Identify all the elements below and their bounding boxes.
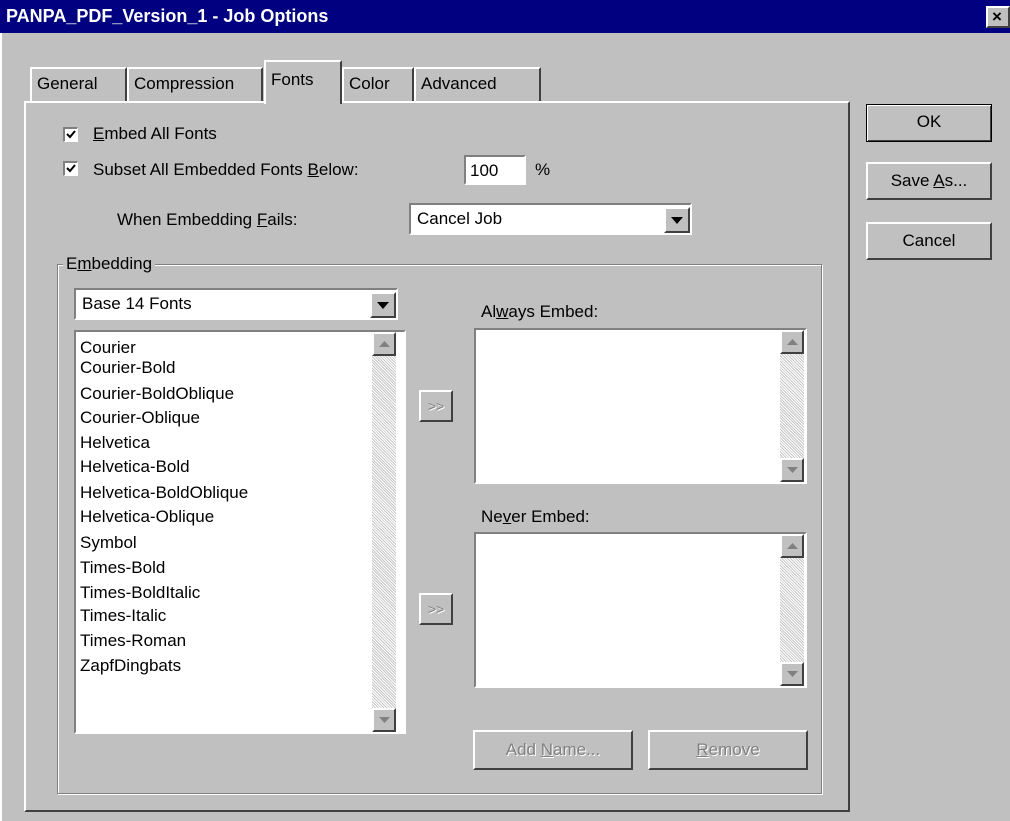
list-item[interactable]: Symbol	[80, 533, 137, 553]
checkmark-icon	[66, 130, 76, 139]
list-item[interactable]: Courier-BoldOblique	[80, 384, 234, 404]
remove-button[interactable]: Remove	[648, 730, 808, 770]
embedding-fails-label: When Embedding Fails:	[117, 210, 298, 229]
list-item[interactable]: Times-Italic	[80, 606, 166, 626]
list-item[interactable]: Courier	[80, 338, 136, 358]
font-list-scrollbar[interactable]	[372, 332, 396, 732]
percent-unit-label: %	[535, 160, 551, 179]
always-embed-label: Always Embed:	[481, 302, 599, 321]
list-item[interactable]: Times-BoldItalic	[80, 583, 200, 603]
add-to-always-embed-button[interactable]: >>	[419, 390, 453, 422]
always-embed-list[interactable]	[474, 328, 807, 484]
embedding-fails-select[interactable]: Cancel Job	[409, 203, 692, 235]
never-embed-list[interactable]	[474, 532, 807, 688]
subset-fonts-checkbox[interactable]	[63, 161, 78, 176]
embedding-group-label: Embedding	[63, 254, 156, 274]
scroll-up-icon[interactable]	[780, 534, 804, 558]
list-item[interactable]: Helvetica-BoldOblique	[80, 483, 248, 503]
subset-percent-value: 100	[470, 161, 499, 180]
scroll-up-icon[interactable]	[780, 330, 804, 354]
scroll-down-icon[interactable]	[780, 458, 804, 482]
list-item[interactable]: Helvetica	[80, 433, 150, 453]
list-item[interactable]: ZapfDingbats	[80, 656, 181, 676]
fonts-tab-content: Embed All Fonts Subset All Embedded Font…	[0, 0, 1010, 821]
embedding-fails-value: Cancel Job	[417, 209, 503, 228]
list-item[interactable]: Helvetica-Bold	[80, 457, 190, 477]
checkmark-icon	[66, 164, 76, 173]
add-name-button[interactable]: Add Name...	[473, 730, 633, 770]
list-item[interactable]: Courier-Oblique	[80, 408, 200, 428]
list-item[interactable]: Helvetica-Oblique	[80, 507, 214, 527]
subset-fonts-label: Subset All Embedded Fonts Below:	[93, 160, 359, 179]
font-set-select[interactable]: Base 14 Fonts	[74, 288, 398, 320]
list-item[interactable]: Times-Roman	[80, 631, 186, 651]
scroll-down-icon[interactable]	[780, 662, 804, 686]
list-item[interactable]: Courier-Bold	[80, 358, 175, 378]
embed-all-fonts-checkbox[interactable]	[63, 127, 78, 142]
embed-all-fonts-label: Embed All Fonts	[93, 124, 217, 143]
never-embed-label: Never Embed:	[481, 507, 590, 526]
scroll-up-icon[interactable]	[372, 332, 396, 356]
list-item[interactable]: Times-Bold	[80, 558, 165, 578]
subset-percent-input[interactable]: 100	[464, 155, 526, 185]
chevron-down-icon[interactable]	[370, 292, 396, 318]
font-set-value: Base 14 Fonts	[82, 294, 192, 313]
add-to-never-embed-button[interactable]: >>	[419, 593, 453, 625]
chevron-down-icon[interactable]	[664, 207, 690, 233]
scroll-down-icon[interactable]	[372, 708, 396, 732]
